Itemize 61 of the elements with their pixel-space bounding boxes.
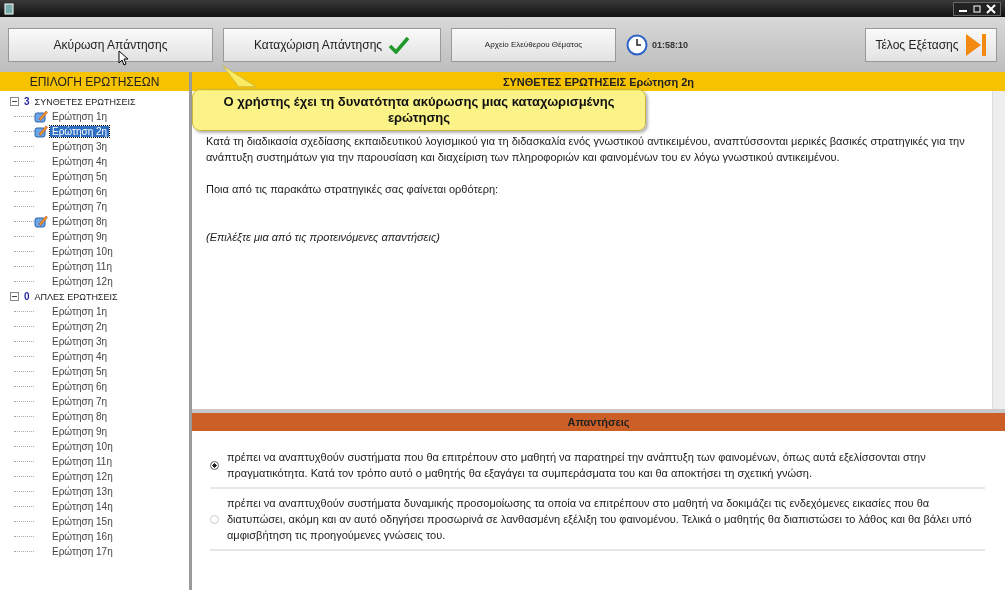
mouse-pointer-icon <box>118 50 130 66</box>
answer-text[interactable]: πρέπει να αναπτυχθούν συστήματα που θα επιτρέπουν στο μαθητή να παρατηρεί την ανάπτυξη των φαινομένων, όπως αυτά εξελίσσονται στην πραγματικότητα. Κατά τον τρόπο αυτό ο μαθητής θα εξαγάγει τα συμπεράσματα του και θα αποκτήσει τη σχετική γνώση. <box>227 449 985 481</box>
tree-group-label[interactable]: ΑΠΛΕΣ ΕΡΩΤΗΣΕΙΣ <box>34 291 118 302</box>
restore-icon[interactable] <box>971 3 983 14</box>
answers-header: Απαντήσεις <box>192 413 1005 431</box>
app-icon <box>4 2 14 15</box>
collapse-toggle[interactable] <box>10 292 19 301</box>
tree-item[interactable]: Ερώτηση 8η <box>50 411 110 422</box>
tree-item[interactable]: Ερώτηση 6η <box>50 381 110 392</box>
tree-item[interactable]: Ερώτηση 11η <box>50 456 114 467</box>
tree-item[interactable]: Ερώτηση 9η <box>50 426 110 437</box>
tree-item[interactable]: Ερώτηση 2η <box>50 126 110 137</box>
group-count: 3 <box>24 96 30 107</box>
pencil-document-icon <box>34 110 48 123</box>
scrollbar[interactable] <box>992 91 1005 409</box>
tree-item[interactable]: Ερώτηση 1η <box>50 111 110 122</box>
tree-item[interactable]: Ερώτηση 7η <box>50 396 110 407</box>
skip-forward-icon <box>964 32 987 57</box>
tree-item[interactable]: Ερώτηση 15η <box>50 516 115 527</box>
tree-item[interactable]: Ερώτηση 7η <box>50 201 110 212</box>
tree-item[interactable]: Ερώτηση 10η <box>50 441 115 452</box>
tree-item[interactable]: Ερώτηση 1η <box>50 306 110 317</box>
radio-button[interactable] <box>210 460 219 470</box>
free-topic-file-button[interactable]: Αρχείο Ελεύθερου Θέματος <box>451 27 616 62</box>
tree-item[interactable]: Ερώτηση 4η <box>50 351 110 362</box>
check-icon <box>388 35 411 54</box>
pencil-document-icon <box>34 215 48 228</box>
sidebar-title: ΕΠΙΛΟΓΗ ΕΡΩΤΗΣΕΩΝ <box>0 72 189 91</box>
group-count: 0 <box>24 291 30 302</box>
tree-group-label[interactable]: ΣΥΝΘΕΤΕΣ ΕΡΩΤΗΣΕΙΣ <box>34 96 136 107</box>
close-icon[interactable] <box>985 3 997 14</box>
tree-item[interactable]: Ερώτηση 2η <box>50 321 110 332</box>
tree-item[interactable]: Ερώτηση 14η <box>50 501 115 512</box>
instruction-text: (Επιλέξτε μια από τις προτεινόμενες απαντήσεις) <box>206 230 441 245</box>
tree-item[interactable]: Ερώτηση 3η <box>50 141 110 152</box>
question-text: Ποια από τις παρακάτω στρατηγικές σας φαίνεται ορθότερη: <box>206 182 500 197</box>
tree-item[interactable]: Ερώτηση 6η <box>50 186 110 197</box>
pencil-document-icon <box>34 125 48 138</box>
timer-text: 01:58:10 <box>652 39 689 50</box>
tree-item[interactable]: Ερώτηση 5η <box>50 171 110 182</box>
tree-item[interactable]: Ερώτηση 17η <box>50 546 115 557</box>
tree-item[interactable]: Ερώτηση 8η <box>50 216 110 227</box>
tree-item[interactable]: Ερώτηση 12η <box>50 471 115 482</box>
collapse-toggle[interactable] <box>10 97 19 106</box>
tree-item[interactable]: Ερώτηση 9η <box>50 231 110 242</box>
window-controls[interactable] <box>953 1 1001 16</box>
tree-item[interactable]: Ερώτηση 4η <box>50 156 110 167</box>
tree-item[interactable]: Ερώτηση 13η <box>50 486 115 497</box>
submit-answer-button[interactable]: Καταχώριση Απάντησης <box>223 27 441 62</box>
tree-item[interactable]: Ερώτηση 10η <box>50 246 115 257</box>
question-text: Κατά τη διαδικασία σχεδίασης εκπαιδευτικού λογισμικού για τη διδασκαλία ενός γνωστικού αντικειμένου, αναπτύσσονται μερικές βασικές στρατηγικές για την ανάπτυξη συστημάτων για την παρουσίαση και διαχείριση των πληροφοριών και φαινομένων του εν λόγω γνωστικού αντικειμένου. <box>206 134 966 165</box>
tree-item[interactable]: Ερώτηση 16η <box>50 531 115 542</box>
tree-item[interactable]: Ερώτηση 12η <box>50 276 115 287</box>
tree-item[interactable]: Ερώτηση 3η <box>50 336 110 347</box>
answer-text[interactable]: πρέπει να αναπτυχθούν συστήματα δυναμικής προσομοίωσης τα οποία να επιτρέπουν στο μαθητή να δοκιμάζει τις ενδεχόμενες εικασίες που θα διατυπώσει, ακόμη και αν αυτό οδηγήσει προσωρινά σε λανθασμένη εξέλιξη του φαινομένου. Τελικά ο μαθητής θα διαπιστώσει το λάθος και θα βάλει υπό αμφισβήτηση τις προηγούμενες γνώσεις του. <box>227 495 985 543</box>
end-exam-button[interactable]: Τέλος Εξέτασης <box>865 27 997 62</box>
clock-icon <box>626 33 648 56</box>
cancel-answer-button[interactable]: Ακύρωση Απάντησης <box>8 27 213 62</box>
tree-item[interactable]: Ερώτηση 5η <box>50 366 110 377</box>
question-header: ΣΥΝΘΕΤΕΣ ΕΡΩΤΗΣΕΙΣ Ερώτηση 2η <box>192 72 1005 91</box>
tree-item[interactable]: Ερώτηση 11η <box>50 261 114 272</box>
